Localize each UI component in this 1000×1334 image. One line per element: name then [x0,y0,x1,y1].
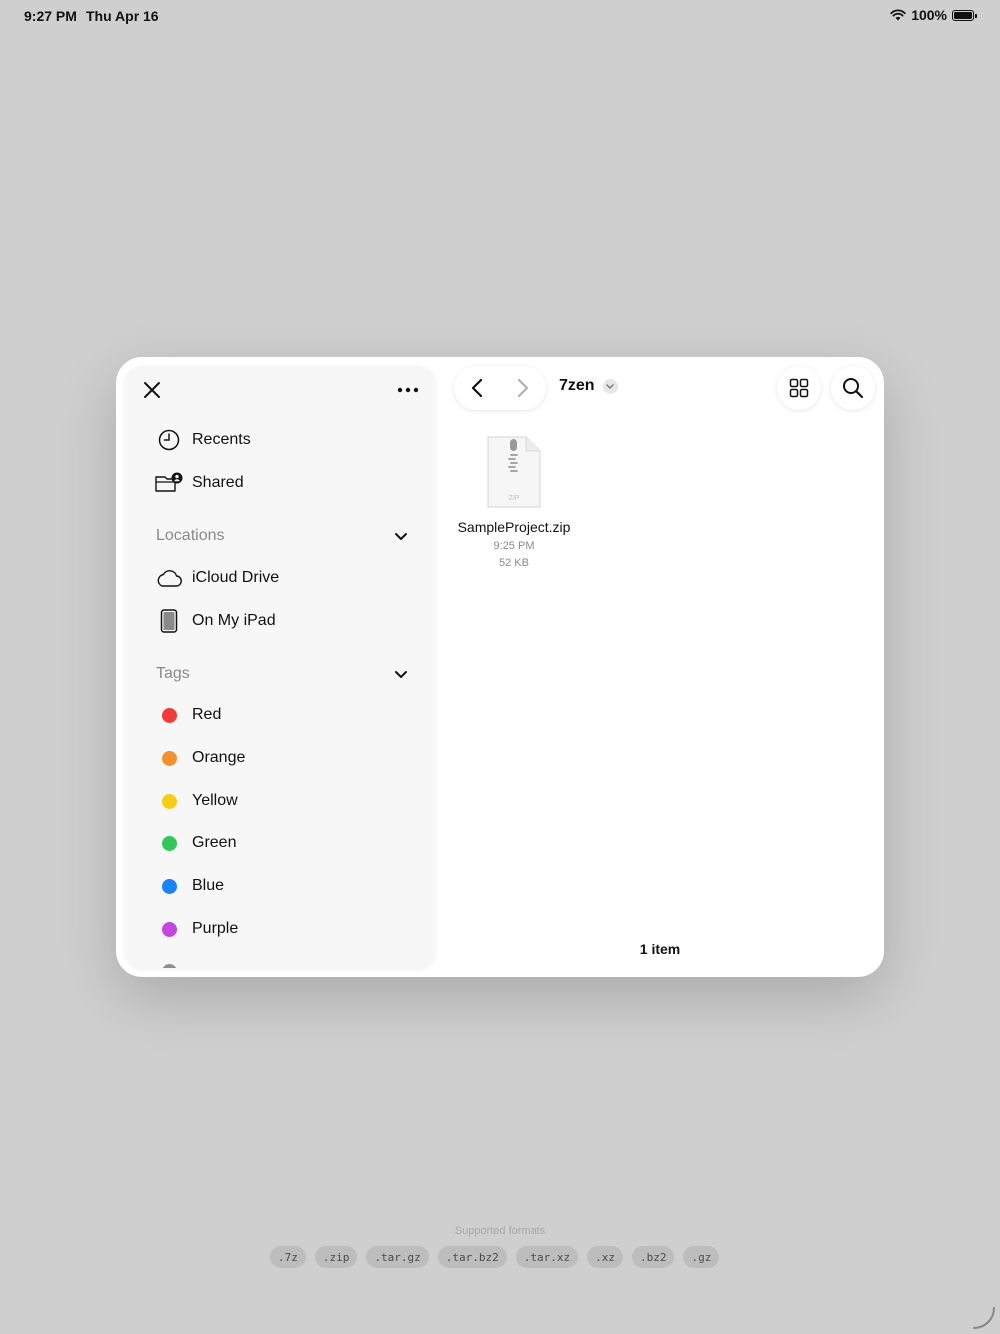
shared-folder-icon [155,469,183,497]
tag-dot-icon [161,707,177,723]
file-size: 52 KB [499,557,529,569]
chevron-down-icon [395,532,407,540]
sidebar-item-label: On My iPad [192,612,276,629]
sidebar-item-recents[interactable]: Recents [155,425,415,455]
status-time: 9:27 PM [24,8,77,24]
format-chip: .tar.xz [515,1246,579,1268]
back-button[interactable] [454,366,500,410]
status-bar: 9:27 PM Thu Apr 16 100% [0,0,1000,32]
format-chip: .tar.gz [366,1246,429,1268]
section-tags-label: Tags [156,665,190,682]
files-window: Recents Shared Locations iCloud Drive On… [116,357,884,977]
svg-text:ZIP: ZIP [509,495,520,502]
forward-button[interactable] [500,366,546,410]
search-icon [843,378,864,399]
tag-dot-icon [161,750,177,766]
sidebar-item-label: Yellow [192,792,238,809]
section-tags[interactable]: Tags [156,659,408,689]
sidebar-item-tag-partial[interactable] [155,956,415,968]
sidebar-item-on-my-ipad[interactable]: On My iPad [155,606,415,636]
sidebar-item-shared[interactable]: Shared [155,468,415,498]
format-chip: .7z [270,1246,306,1268]
grid-icon [789,378,809,398]
cloud-icon [155,564,183,592]
format-chip: .gz [683,1246,720,1268]
zip-file-icon: ZIP [487,436,541,508]
more-button[interactable] [395,377,421,403]
folder-title-menu[interactable]: 7zen [559,377,618,395]
format-chip: .xz [587,1246,623,1268]
tag-dot-icon [161,835,177,851]
sidebar-item-tag-blue[interactable]: Blue [155,871,415,901]
sidebar-item-tag-yellow[interactable]: Yellow [155,786,415,816]
sidebar-item-label: Red [192,706,222,723]
file-time: 9:25 PM [493,540,535,552]
file-item[interactable]: ZIP SampleProject.zip 9:25 PM 52 KB [446,435,582,569]
sidebar: Recents Shared Locations iCloud Drive On… [125,366,435,968]
ipad-icon [155,607,183,635]
sidebar-item-icloud-drive[interactable]: iCloud Drive [155,563,415,593]
clock-icon [155,426,183,454]
sidebar-item-tag-purple[interactable]: Purple [155,914,415,944]
tag-dot-icon [161,963,177,968]
item-count: 1 item [639,941,681,957]
chevron-down-icon [395,670,407,678]
battery-percent: 100% [911,7,947,23]
status-right: 100% [890,7,977,23]
wifi-icon [890,9,906,21]
tag-dot-icon [161,878,177,894]
close-icon [144,382,160,398]
sidebar-item-label: Recents [192,431,251,448]
sidebar-item-label: iCloud Drive [192,569,280,586]
format-chip: .bz2 [631,1246,675,1268]
section-locations[interactable]: Locations [156,521,408,551]
tag-dot-icon [161,921,177,937]
ellipsis-icon [397,387,419,393]
tag-dot-icon [161,793,177,809]
sidebar-item-label: Green [192,834,237,851]
sidebar-item-tag-orange[interactable]: Orange [155,743,415,773]
chevron-left-icon [471,378,483,398]
resize-handle-icon[interactable] [972,1306,996,1330]
supported-formats-label: Supported formats [454,1225,546,1237]
status-date: Thu Apr 16 [86,8,159,24]
sidebar-item-tag-red[interactable]: Red [155,700,415,730]
supported-formats-list: .7z .zip .tar.gz .tar.bz2 .tar.xz .xz .b… [270,1246,720,1268]
sidebar-item-label: Shared [192,474,244,491]
chevron-down-icon [602,378,618,394]
close-button[interactable] [139,377,165,403]
sidebar-item-label: Purple [192,920,239,937]
sidebar-item-label: Orange [192,749,246,766]
format-chip: .tar.bz2 [437,1246,507,1268]
battery-icon [952,9,977,21]
navigation-pill [454,366,546,410]
view-grid-button[interactable] [777,366,821,410]
sidebar-item-label: Blue [192,877,225,894]
folder-title: 7zen [559,377,595,394]
sidebar-item-tag-green[interactable]: Green [155,828,415,858]
format-chip: .zip [314,1246,358,1268]
file-name: SampleProject.zip [457,519,571,535]
chevron-right-icon [517,378,529,398]
search-button[interactable] [831,366,875,410]
section-locations-label: Locations [156,527,225,544]
